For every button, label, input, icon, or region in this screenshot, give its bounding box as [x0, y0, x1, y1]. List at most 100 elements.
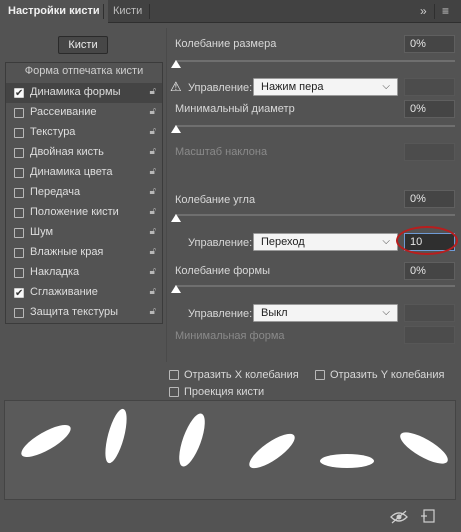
collapse-icon[interactable]: »: [420, 0, 427, 23]
lock-icon[interactable]: 🔓︎: [150, 166, 156, 177]
list-item-label: Шум: [30, 226, 54, 238]
checkbox-unchecked[interactable]: [14, 268, 24, 278]
chevron-down-icon: ⌵: [382, 81, 390, 92]
checkbox-unchecked[interactable]: [14, 108, 24, 118]
list-item-protect-texture[interactable]: Защита текстуры 🔓︎: [6, 303, 162, 323]
flip-y-label[interactable]: Отразить Y колебания: [330, 369, 444, 381]
list-item-label: Динамика формы: [30, 86, 121, 98]
lock-icon[interactable]: 🔓︎: [150, 106, 156, 117]
size-control-value: Нажим пера: [261, 81, 324, 93]
list-item-wet-edges[interactable]: Влажные края 🔓︎: [6, 243, 162, 263]
lock-icon[interactable]: 🔓︎: [150, 126, 156, 137]
list-item-label: Двойная кисть: [30, 146, 104, 158]
list-item-brush-pose[interactable]: Положение кисти 🔓︎: [6, 203, 162, 223]
list-item-texture[interactable]: Текстура 🔓︎: [6, 123, 162, 143]
size-control-select[interactable]: Нажим пера ⌵: [253, 78, 398, 96]
min-roundness-label: Минимальная форма: [175, 330, 285, 342]
lock-icon[interactable]: 🔓︎: [150, 226, 156, 237]
checkbox-unchecked[interactable]: [14, 248, 24, 258]
brush-stroke-preview: [4, 400, 456, 500]
list-item-scattering[interactable]: Рассеивание 🔓︎: [6, 103, 162, 123]
roundness-jitter-slider-thumb[interactable]: [171, 285, 181, 293]
brush-tip-mark: [320, 454, 374, 468]
checkbox-unchecked[interactable]: [14, 308, 24, 318]
brush-projection-checkbox[interactable]: [169, 387, 179, 397]
lock-icon[interactable]: 🔓︎: [150, 86, 156, 97]
angle-jitter-slider-thumb[interactable]: [171, 214, 181, 222]
list-item-label: Накладка: [30, 266, 80, 278]
lock-icon[interactable]: 🔓︎: [150, 246, 156, 257]
brush-preview-graphic: [21, 408, 448, 469]
checkbox-unchecked[interactable]: [14, 148, 24, 158]
list-item-label: Динамика цвета: [30, 166, 113, 178]
lock-icon[interactable]: 🔓︎: [150, 206, 156, 217]
size-control-field: [404, 78, 455, 96]
panel-footer: [0, 504, 461, 532]
highlight-annotation: [396, 226, 458, 255]
tab-brush-settings[interactable]: Настройки кисти: [0, 0, 108, 23]
min-diameter-label: Минимальный диаметр: [175, 103, 295, 115]
brush-presets-button[interactable]: Кисти: [58, 36, 108, 54]
flip-y-checkbox[interactable]: [315, 370, 325, 380]
list-item-label: Текстура: [30, 126, 76, 138]
size-jitter-field[interactable]: 0%: [404, 35, 455, 53]
brush-projection-label[interactable]: Проекция кисти: [184, 386, 264, 398]
brush-tip-mark: [21, 424, 71, 458]
min-diameter-slider-track[interactable]: [175, 125, 455, 127]
list-item-label: Защита текстуры: [30, 306, 119, 318]
list-item-label: Положение кисти: [30, 206, 119, 218]
tilt-scale-label: Масштаб наклона: [175, 146, 268, 158]
checkbox-unchecked[interactable]: [14, 208, 24, 218]
min-diameter-field[interactable]: 0%: [404, 100, 455, 118]
checkbox-unchecked[interactable]: [14, 168, 24, 178]
brush-tip-mark: [400, 432, 448, 464]
brush-tip-mark: [179, 413, 205, 467]
roundness-control-label: Управление:: [188, 308, 253, 320]
new-preset-icon[interactable]: [421, 509, 435, 524]
roundness-control-select[interactable]: Выкл ⌵: [253, 304, 398, 322]
list-item-dual-brush[interactable]: Двойная кисть 🔓︎: [6, 143, 162, 163]
flip-x-label[interactable]: Отразить X колебания: [184, 369, 299, 381]
lock-icon[interactable]: 🔓︎: [150, 266, 156, 277]
panel-menu-icon[interactable]: ≡: [442, 0, 449, 23]
checkbox-checked[interactable]: ✔: [14, 88, 24, 99]
tab-separator: [149, 4, 150, 19]
min-roundness-field: [404, 326, 455, 344]
roundness-jitter-label: Колебание формы: [175, 265, 271, 277]
min-diameter-slider-thumb[interactable]: [171, 125, 181, 133]
lock-icon[interactable]: 🔓︎: [150, 286, 156, 297]
list-item-transfer[interactable]: Передача 🔓︎: [6, 183, 162, 203]
flip-x-checkbox[interactable]: [169, 370, 179, 380]
list-item-label: Передача: [30, 186, 81, 198]
checkbox-unchecked[interactable]: [14, 228, 24, 238]
eye-toggle-icon[interactable]: [389, 510, 409, 524]
list-item-build-up[interactable]: Накладка 🔓︎: [6, 263, 162, 283]
roundness-jitter-field[interactable]: 0%: [404, 262, 455, 280]
list-item-color-dynamics[interactable]: Динамика цвета 🔓︎: [6, 163, 162, 183]
chevron-down-icon: ⌵: [382, 307, 390, 318]
brush-tip-shape-heading[interactable]: Форма отпечатка кисти: [6, 65, 162, 77]
tab-separator: [103, 4, 104, 19]
roundness-control-field: [404, 304, 455, 322]
size-jitter-slider-thumb[interactable]: [171, 60, 181, 68]
size-jitter-slider-track[interactable]: [175, 60, 455, 62]
list-item-noise[interactable]: Шум 🔓︎: [6, 223, 162, 243]
checkbox-unchecked[interactable]: [14, 188, 24, 198]
brush-settings-list: Форма отпечатка кисти ✔ Динамика формы 🔓…: [5, 62, 163, 324]
angle-jitter-field[interactable]: 0%: [404, 190, 455, 208]
checkbox-checked[interactable]: ✔: [14, 288, 24, 299]
angle-jitter-slider-track[interactable]: [175, 214, 455, 216]
angle-control-select[interactable]: Переход ⌵: [253, 233, 398, 251]
checkbox-unchecked[interactable]: [14, 128, 24, 138]
lock-icon[interactable]: 🔓︎: [150, 306, 156, 317]
brush-tip-mark: [249, 433, 295, 469]
tab-brushes[interactable]: Кисти: [105, 0, 150, 23]
list-item-shape-dynamics[interactable]: ✔ Динамика формы 🔓︎: [6, 83, 162, 103]
roundness-jitter-slider-track[interactable]: [175, 285, 455, 287]
list-item-smoothing[interactable]: ✔ Сглаживание 🔓︎: [6, 283, 162, 303]
brush-tip-mark: [105, 408, 127, 464]
angle-control-label: Управление:: [188, 237, 253, 249]
lock-icon[interactable]: 🔓︎: [150, 186, 156, 197]
size-control-label: Управление:: [188, 82, 253, 94]
lock-icon[interactable]: 🔓︎: [150, 146, 156, 157]
